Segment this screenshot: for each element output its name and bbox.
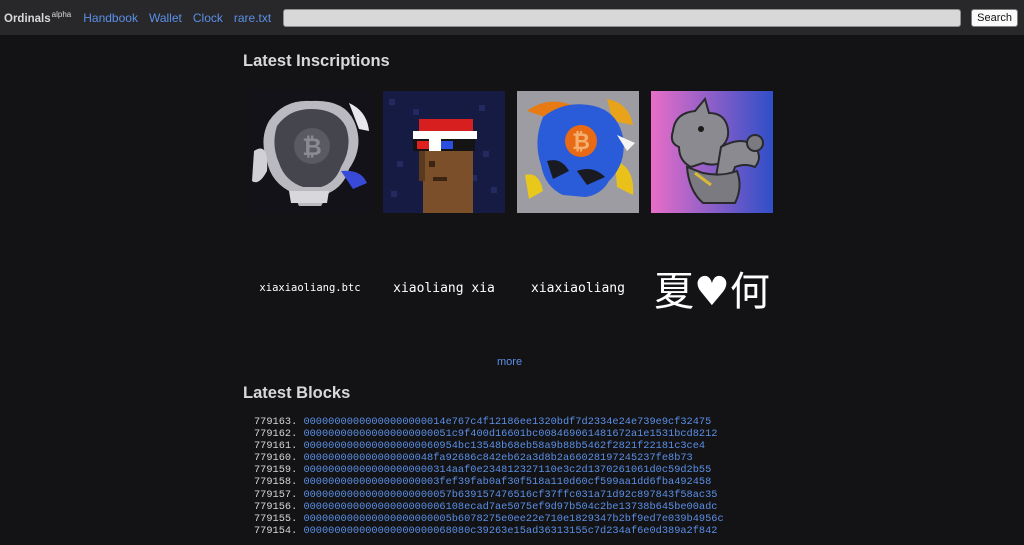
block-hash-link[interactable]: 0000000000000000000060954bc13548b68eb58a… <box>303 440 705 452</box>
rhino-flexing-image <box>651 91 773 213</box>
block-hash-link[interactable]: 000000000000000000000068080c39263e15ad36… <box>303 525 717 537</box>
nav-link-rare-txt[interactable]: rare.txt <box>234 11 271 25</box>
search-input[interactable] <box>283 8 962 27</box>
nav-link-clock[interactable]: Clock <box>193 11 223 25</box>
more-inscriptions-link[interactable]: more <box>497 356 522 368</box>
text-inscription-1[interactable]: xiaxiaoliang.btc <box>249 258 371 318</box>
inscription-thumbnail-4[interactable] <box>651 91 773 213</box>
block-row: 779158. 0000000000000000000003fef39fab0a… <box>254 476 724 488</box>
svg-text:₿: ₿ <box>572 130 590 155</box>
text-inscriptions-row: xiaxiaoliang.btc xiaoliang xia xiaxiaoli… <box>249 258 775 318</box>
skull-bitcoin-grey-image: ₿ <box>249 91 371 213</box>
text-inscription-3[interactable]: xiaxiaoliang <box>517 258 639 318</box>
nav-link-handbook[interactable]: Handbook <box>83 11 138 25</box>
block-row: 779160. 000000000000000000048fa92686c842… <box>254 452 724 464</box>
block-height: 779162. <box>254 428 298 441</box>
inscription-thumbnail-2[interactable] <box>383 91 505 213</box>
inscription-thumbnails: ₿ ₿ <box>249 91 775 213</box>
block-row: 779163. 00000000000000000000014e767c4f12… <box>254 416 724 428</box>
block-row: 779155. 000000000000000000000005b6078275… <box>254 513 724 525</box>
blocks-list: 779163. 00000000000000000000014e767c4f12… <box>254 416 724 537</box>
svg-text:₿: ₿ <box>302 133 322 161</box>
brand-superscript: alpha <box>51 10 72 20</box>
skull-bitcoin-blue-orange-image: ₿ <box>517 91 639 213</box>
block-hash-link[interactable]: 000000000000000000000057b639157476516cf3… <box>303 489 717 501</box>
block-row: 779156. 00000000000000000000006108ecad7a… <box>254 501 724 513</box>
block-height: 779159. <box>254 464 298 477</box>
brand-label: Ordinals <box>4 12 51 25</box>
top-nav-bar: Ordinalsalpha Handbook Wallet Clock rare… <box>0 0 1024 35</box>
block-row: 779161. 0000000000000000000060954bc13548… <box>254 440 724 452</box>
block-row: 779157. 000000000000000000000057b6391574… <box>254 489 724 501</box>
block-row: 779159. 000000000000000000000314aaf0e234… <box>254 464 724 476</box>
block-height: 779161. <box>254 440 298 453</box>
block-height: 779156. <box>254 500 298 513</box>
pixel-punk-red-cap-image <box>383 91 505 213</box>
inscription-thumbnail-1[interactable]: ₿ <box>249 91 371 213</box>
search-button[interactable]: Search <box>971 8 1018 27</box>
block-height: 779155. <box>254 512 298 525</box>
text-inscription-2[interactable]: xiaoliang xia <box>383 258 505 318</box>
block-hash-link[interactable]: 000000000000000000000051c9f400d16601bc00… <box>303 428 717 440</box>
inscription-thumbnail-3[interactable]: ₿ <box>517 91 639 213</box>
block-hash-link[interactable]: 000000000000000000000005b6078275e0ee22e7… <box>303 513 723 525</box>
block-height: 779158. <box>254 476 298 489</box>
block-hash-link[interactable]: 000000000000000000000314aaf0e23481232711… <box>303 464 711 476</box>
block-height: 779157. <box>254 488 298 501</box>
block-hash-link[interactable]: 00000000000000000000006108ecad7ae5075ef9… <box>303 501 717 513</box>
block-height: 779154. <box>254 524 298 537</box>
latest-inscriptions-heading: Latest Inscriptions <box>243 52 390 70</box>
block-hash-link[interactable]: 00000000000000000000014e767c4f12186ee132… <box>303 416 711 428</box>
block-height: 779160. <box>254 452 298 465</box>
block-row: 779154. 000000000000000000000068080c3926… <box>254 525 724 537</box>
brand-link[interactable]: Ordinalsalpha <box>4 10 71 25</box>
block-height: 779163. <box>254 416 298 428</box>
block-hash-link[interactable]: 000000000000000000048fa92686c842eb62a3d8… <box>303 452 692 464</box>
latest-blocks-heading: Latest Blocks <box>243 384 351 402</box>
block-row: 779162. 000000000000000000000051c9f400d1… <box>254 428 724 440</box>
nav-link-wallet[interactable]: Wallet <box>149 11 182 25</box>
text-inscription-4[interactable]: 夏♥何 <box>651 258 773 318</box>
block-hash-link[interactable]: 0000000000000000000003fef39fab0af30f518a… <box>303 476 711 488</box>
